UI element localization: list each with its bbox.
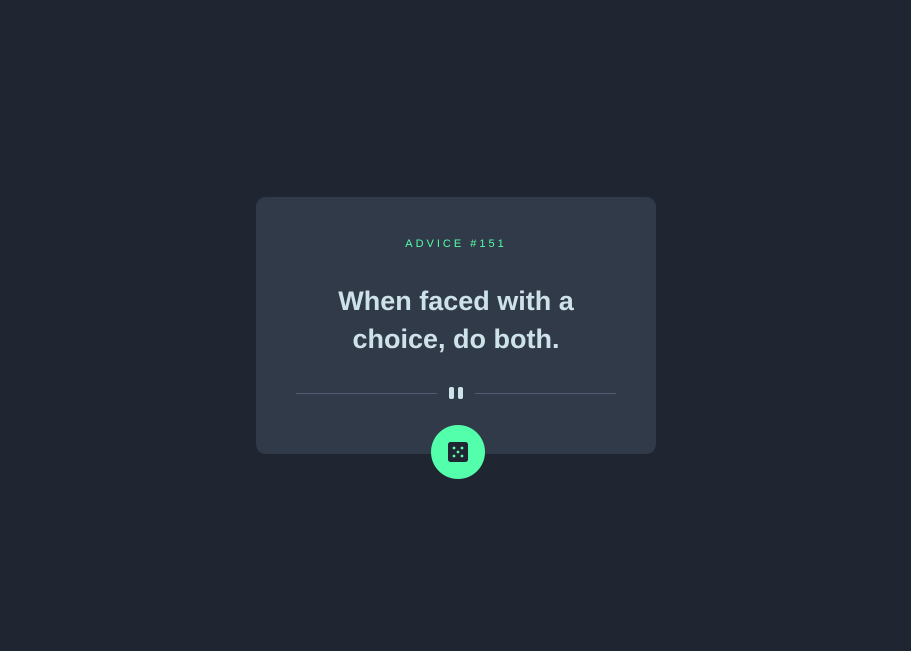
divider-line-right [475, 393, 616, 394]
pause-icon [448, 387, 464, 399]
advice-id: ADVICE #151 [405, 238, 507, 250]
advice-quote: When faced with a choice, do both. [338, 286, 574, 354]
divider [296, 383, 616, 403]
advice-card: ADVICE #151 When faced with a choice, do… [256, 197, 656, 454]
dice-icon [448, 442, 468, 462]
divider-line-left [296, 393, 437, 394]
new-advice-button[interactable] [431, 425, 485, 479]
